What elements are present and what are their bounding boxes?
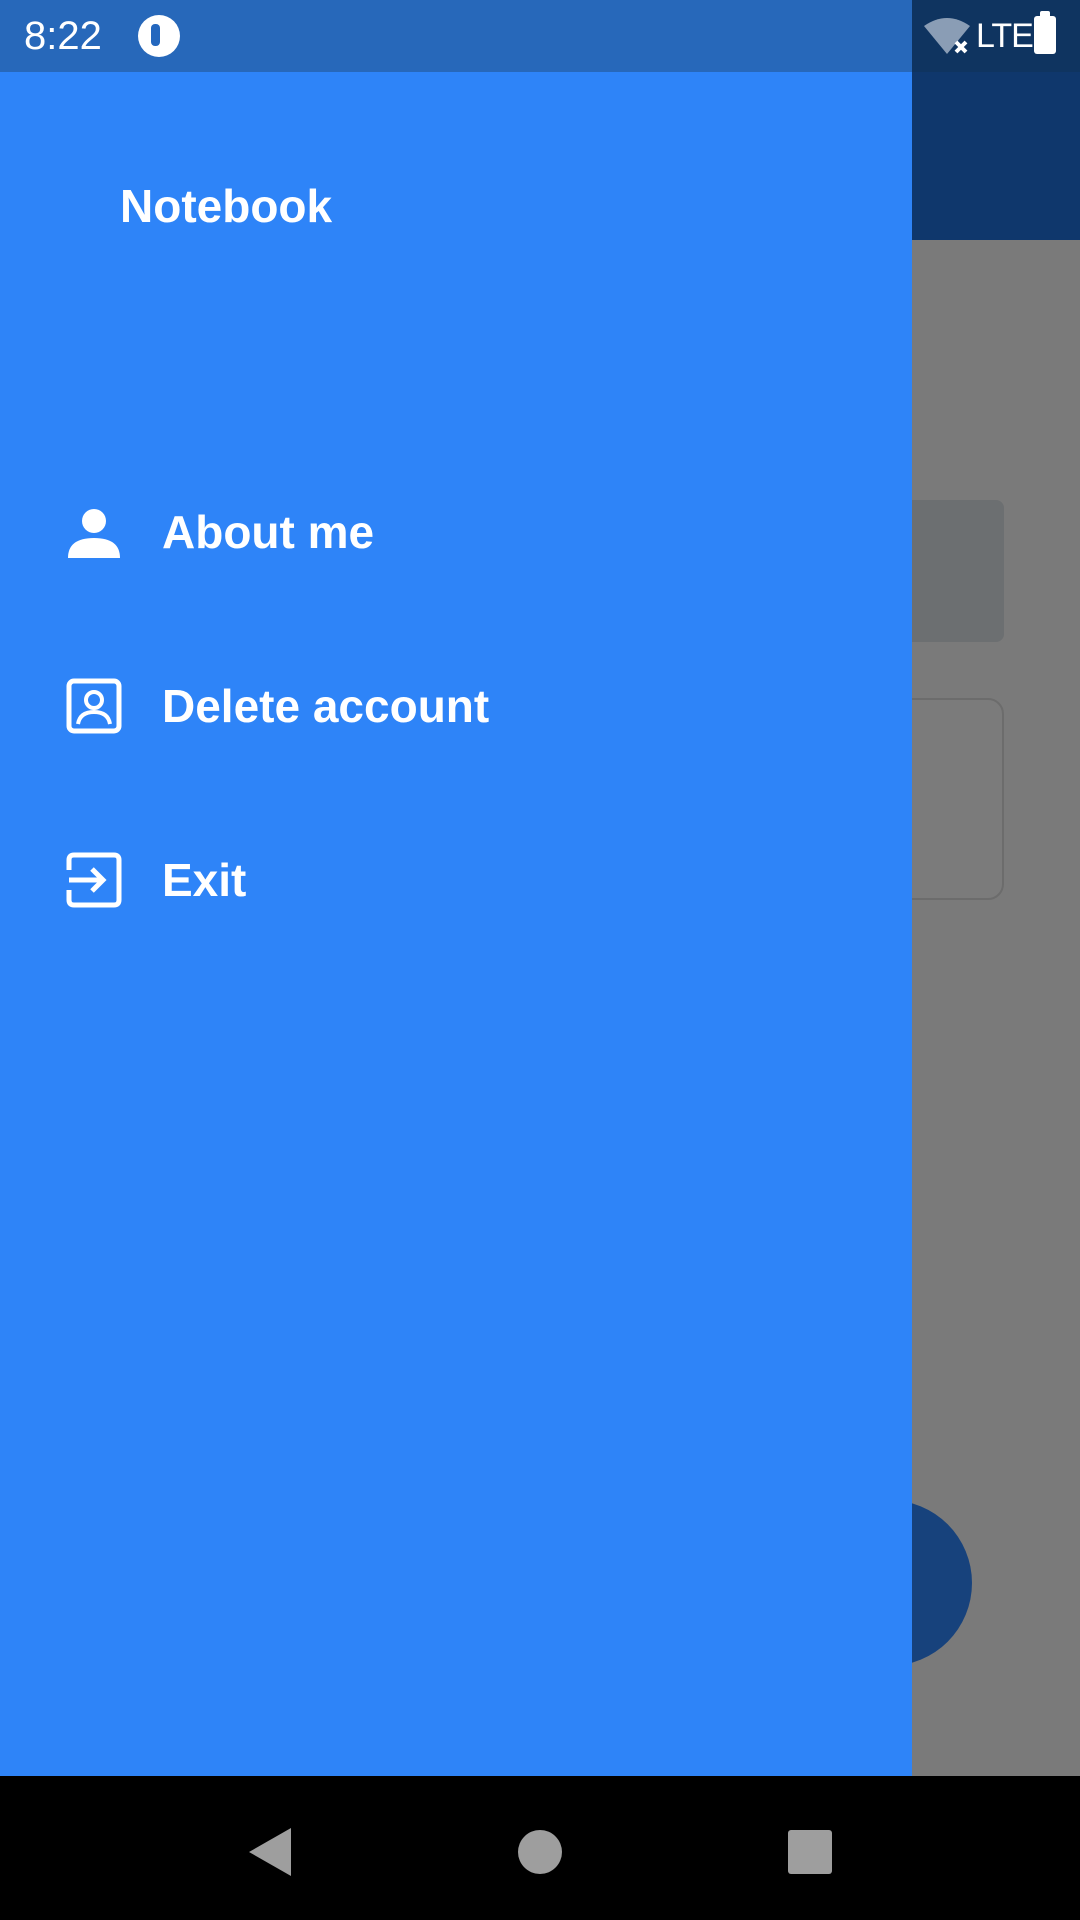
network-type: LTE [976, 17, 1034, 55]
menu-item-exit[interactable]: Exit [0, 820, 912, 940]
menu-item-about-me[interactable]: About me [0, 472, 912, 592]
menu-item-label: About me [162, 506, 375, 558]
back-icon [249, 1828, 291, 1876]
drawer-title: Notebook [120, 180, 333, 232]
app-notification-icon [138, 15, 180, 57]
account-box-icon [66, 678, 122, 734]
back-button[interactable] [240, 1822, 300, 1882]
home-button[interactable] [510, 1822, 570, 1882]
recents-icon [788, 1830, 832, 1874]
status-bar: 8:22 LTE [0, 0, 1080, 72]
menu-item-label: Exit [162, 854, 247, 906]
status-time: 8:22 [24, 14, 102, 58]
navigation-drawer: Notebook About me Delete account Exit [0, 72, 912, 1776]
menu-item-delete-account[interactable]: Delete account [0, 646, 912, 766]
recents-button[interactable] [780, 1822, 840, 1882]
battery-icon [1034, 11, 1056, 54]
system-nav-bar [0, 1776, 1080, 1920]
menu-item-label: Delete account [162, 680, 490, 732]
person-icon [66, 504, 122, 560]
exit-icon [66, 852, 122, 908]
home-icon [518, 1830, 562, 1874]
wifi-off-icon [924, 18, 970, 54]
